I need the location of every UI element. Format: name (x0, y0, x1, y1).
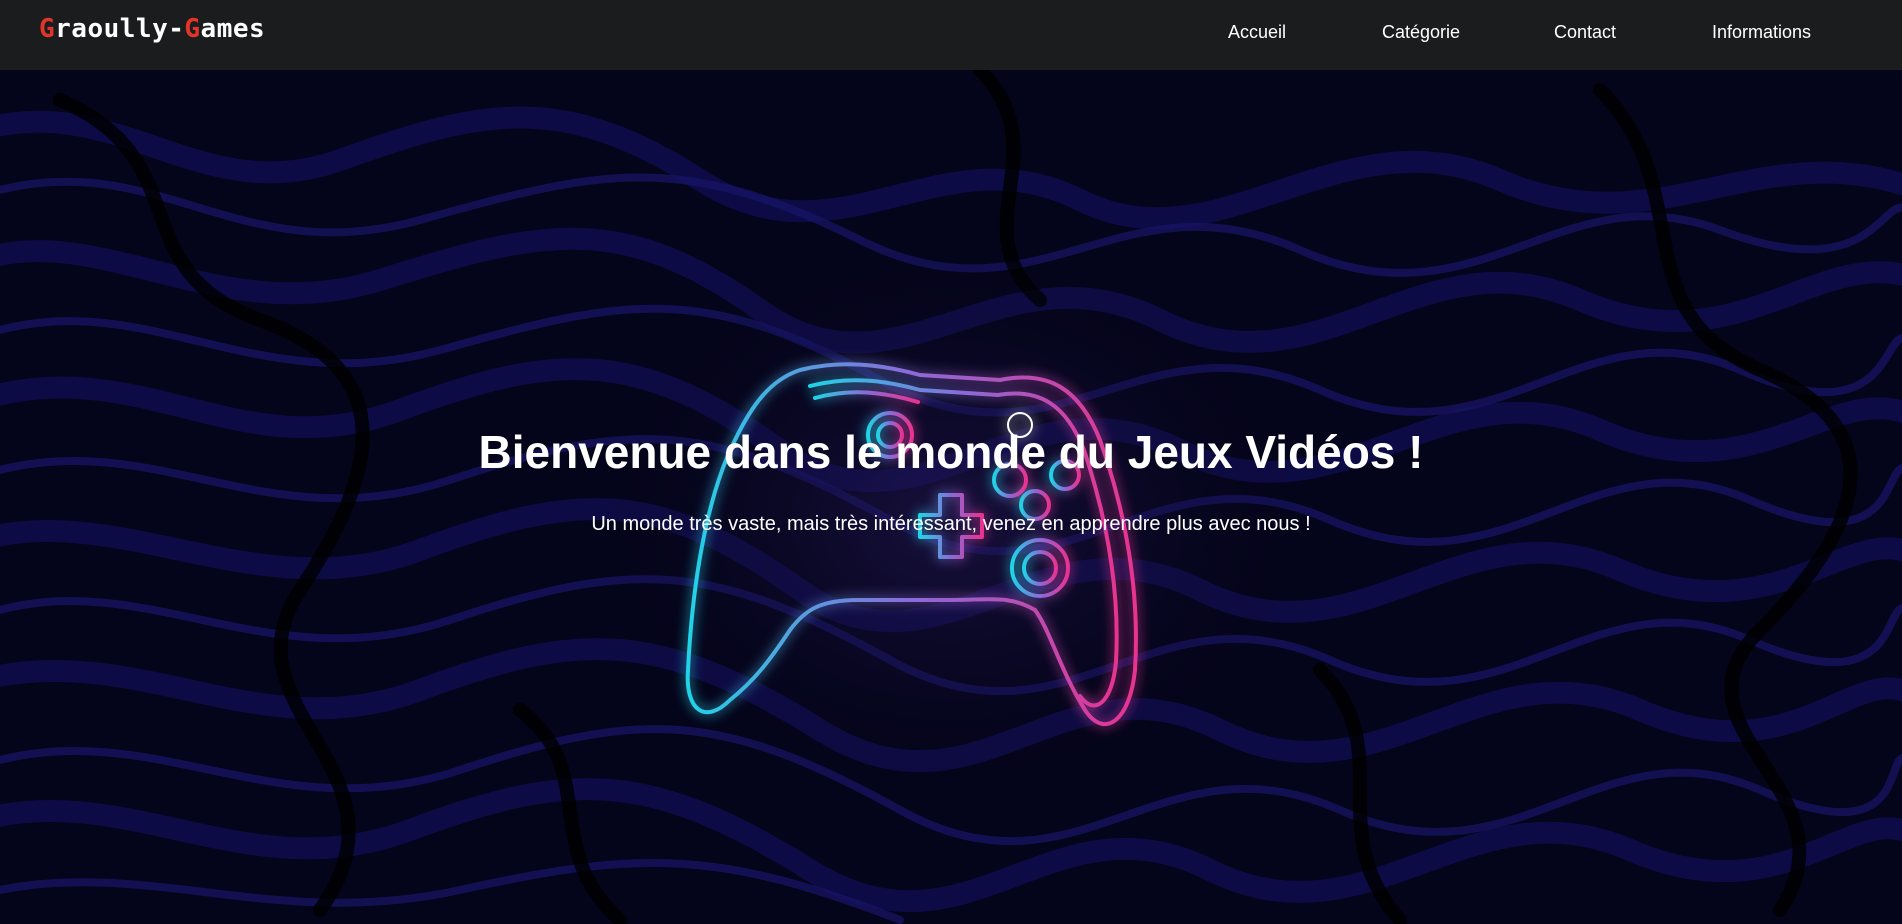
nav-link-informations[interactable]: Informations (1712, 22, 1811, 43)
hero-subtitle: Un monde très vaste, mais très intéressa… (591, 513, 1311, 535)
logo-text-1: raoully- (55, 14, 185, 44)
hero-background (0, 70, 1902, 924)
nav-link-categorie[interactable]: Catégorie (1382, 22, 1460, 43)
logo-text-2: ames (200, 14, 266, 44)
logo-initial-1: G (39, 14, 56, 44)
site-logo[interactable]: Graoully-Games (39, 14, 265, 44)
hero-title: Bienvenue dans le monde du Jeux Vidéos ! (478, 426, 1424, 478)
nav-link-contact[interactable]: Contact (1554, 22, 1616, 43)
nav-link-accueil[interactable]: Accueil (1228, 22, 1286, 43)
logo-initial-2: G (184, 14, 201, 44)
top-navbar: Graoully-Games Accueil Catégorie Contact… (0, 0, 1902, 70)
hero-section: Bienvenue dans le monde du Jeux Vidéos !… (0, 70, 1902, 924)
